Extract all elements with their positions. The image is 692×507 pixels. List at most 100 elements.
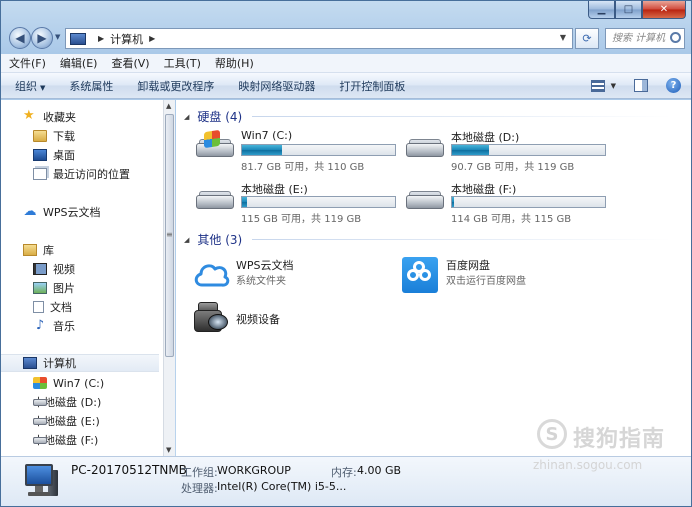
star-icon: ★	[23, 108, 35, 123]
collapse-triangle-icon[interactable]: ◢	[184, 236, 189, 244]
nav-pictures[interactable]: 图片	[1, 279, 159, 297]
drive-usage-bar	[451, 144, 606, 156]
address-bar[interactable]: ▶ 计算机 ▶ ▼	[65, 28, 573, 49]
nav-libraries[interactable]: 库	[1, 241, 159, 259]
menu-tools[interactable]: 工具(T)	[164, 55, 201, 71]
minimize-button[interactable]: ▁	[588, 1, 615, 19]
drive-name: 本地磁盘 (F:)	[451, 183, 517, 196]
cpu-label: 处理器:	[181, 482, 218, 495]
nav-downloads[interactable]: 下载	[1, 127, 159, 145]
desktop-icon	[33, 149, 47, 161]
drive-name: 本地磁盘 (D:)	[451, 131, 520, 144]
nav-documents[interactable]: 文档	[1, 298, 159, 316]
view-dropdown-icon[interactable]: ▼	[611, 82, 616, 90]
nav-drive-d[interactable]: 本地磁盘 (D:)	[1, 393, 159, 411]
memory-value: 4.00 GB	[357, 464, 402, 477]
breadcrumb-computer[interactable]: 计算机	[110, 31, 143, 47]
menu-file[interactable]: 文件(F)	[9, 55, 46, 71]
map-network-drive-button[interactable]: 映射网络驱动器	[238, 78, 315, 94]
scroll-down-icon[interactable]: ▼	[166, 446, 171, 454]
recent-pages-dropdown-icon[interactable]: ▼	[55, 33, 60, 41]
refresh-icon: ⟳	[582, 32, 592, 45]
other-item-baidu-netdisk[interactable]: 百度网盘 双击运行百度网盘	[402, 257, 632, 295]
search-input[interactable]: 搜索 计算机	[605, 28, 685, 49]
drive-free-space: 114 GB 可用，共 115 GB	[451, 214, 572, 225]
arrow-left-icon: ◀	[15, 31, 25, 45]
back-button[interactable]: ◀	[9, 27, 31, 49]
nav-recent-places[interactable]: 最近访问的位置	[1, 165, 159, 183]
item-name: 视频设备	[236, 313, 280, 326]
drive-usage-fill	[242, 197, 247, 207]
explorer-window: ▁ □ ✕ ◀ ▶ ▼ ▶ 计算机 ▶ ▼ ⟳ 搜索 计算机 文件(F) 编辑(…	[0, 0, 692, 507]
hard-drive-icon	[33, 398, 47, 406]
address-row: ◀ ▶ ▼ ▶ 计算机 ▶ ▼ ⟳ 搜索 计算机	[7, 23, 685, 53]
computer-name: PC-20170512TNMB	[71, 463, 187, 477]
breadcrumb-separator-icon[interactable]: ▶	[98, 34, 104, 43]
hard-drive-icon	[33, 417, 47, 425]
wps-cloud-icon	[194, 264, 230, 287]
other-item-video-device[interactable]: 视频设备	[192, 300, 422, 338]
address-dropdown-icon[interactable]: ▼	[560, 33, 566, 42]
content-pane: ◢ 硬盘 (4) Win7 (C:) 81.7 GB 可用，共 110 GB 本…	[176, 100, 691, 456]
drive-item-e[interactable]: 本地磁盘 (E:) 115 GB 可用，共 119 GB	[190, 181, 400, 225]
other-group-header[interactable]: ◢ 其他 (3)	[184, 231, 672, 248]
nav-computer[interactable]: 计算机	[1, 354, 159, 372]
other-item-wps-cloud[interactable]: WPS云文档 系统文件夹	[192, 257, 422, 295]
item-description: 双击运行百度网盘	[446, 276, 526, 287]
preview-pane-icon[interactable]	[634, 79, 648, 92]
drive-usage-bar	[241, 144, 396, 156]
menu-help[interactable]: 帮助(H)	[215, 55, 254, 71]
system-properties-button[interactable]: 系统属性	[69, 78, 113, 94]
help-icon[interactable]: ?	[666, 78, 681, 93]
scrollbar-grip-icon: ≡	[166, 230, 173, 239]
group-divider	[252, 239, 672, 240]
drive-usage-fill	[452, 197, 454, 207]
uninstall-program-button[interactable]: 卸载或更改程序	[137, 78, 214, 94]
navigation-scrollbar[interactable]: ▲ ≡ ▼	[163, 100, 175, 456]
computer-icon	[70, 32, 86, 45]
chevron-down-icon: ▼	[40, 83, 46, 92]
maximize-button[interactable]: □	[615, 1, 642, 19]
scroll-up-icon[interactable]: ▲	[166, 102, 171, 110]
music-note-icon: ♪	[35, 318, 45, 333]
forward-button[interactable]: ▶	[31, 27, 53, 49]
windows-hard-drive-icon	[196, 129, 234, 159]
drive-name: 本地磁盘 (E:)	[241, 183, 308, 196]
refresh-button[interactable]: ⟳	[575, 28, 599, 49]
drive-item-f[interactable]: 本地磁盘 (F:) 114 GB 可用，共 115 GB	[400, 181, 610, 225]
search-placeholder: 搜索 计算机	[612, 33, 666, 44]
drive-item-d[interactable]: 本地磁盘 (D:) 90.7 GB 可用，共 119 GB	[400, 129, 610, 173]
toolbar-right: ▼ ?	[590, 78, 681, 93]
menu-edit[interactable]: 编辑(E)	[60, 55, 98, 71]
downloads-folder-icon	[33, 130, 47, 142]
menu-bar: 文件(F) 编辑(E) 查看(V) 工具(T) 帮助(H)	[1, 54, 691, 73]
workgroup-label: 工作组:	[181, 466, 218, 479]
open-control-panel-button[interactable]: 打开控制面板	[339, 78, 405, 94]
drive-free-space: 90.7 GB 可用，共 119 GB	[451, 162, 575, 173]
nav-drive-f[interactable]: 本地磁盘 (F:)	[1, 431, 159, 449]
recent-places-icon	[33, 168, 47, 180]
breadcrumb-separator-icon[interactable]: ▶	[149, 34, 155, 43]
memory-label: 内存:	[331, 466, 357, 479]
nav-favorites[interactable]: ★ 收藏夹	[1, 108, 159, 126]
windows-drive-icon	[33, 377, 47, 389]
hard-drive-icon	[33, 436, 47, 444]
nav-wps-cloud[interactable]: ☁ WPS云文档	[1, 203, 159, 221]
hard-disks-group-header[interactable]: ◢ 硬盘 (4)	[184, 108, 672, 125]
nav-drive-e[interactable]: 本地磁盘 (E:)	[1, 412, 159, 430]
drive-item-c[interactable]: Win7 (C:) 81.7 GB 可用，共 110 GB	[190, 129, 400, 173]
nav-drive-c[interactable]: Win7 (C:)	[1, 374, 159, 392]
drive-usage-bar	[451, 196, 606, 208]
organize-button[interactable]: 组织 ▼	[15, 78, 45, 94]
item-name: 百度网盘	[446, 259, 490, 272]
nav-music[interactable]: ♪ 音乐	[1, 317, 159, 335]
computer-icon	[23, 357, 37, 369]
library-icon	[23, 244, 37, 256]
video-camera-icon	[194, 302, 230, 334]
menu-view[interactable]: 查看(V)	[111, 55, 149, 71]
nav-desktop[interactable]: 桌面	[1, 146, 159, 164]
collapse-triangle-icon[interactable]: ◢	[184, 113, 189, 121]
close-button[interactable]: ✕	[642, 1, 686, 19]
view-options-icon[interactable]	[590, 79, 605, 92]
nav-videos[interactable]: 视频	[1, 260, 159, 278]
